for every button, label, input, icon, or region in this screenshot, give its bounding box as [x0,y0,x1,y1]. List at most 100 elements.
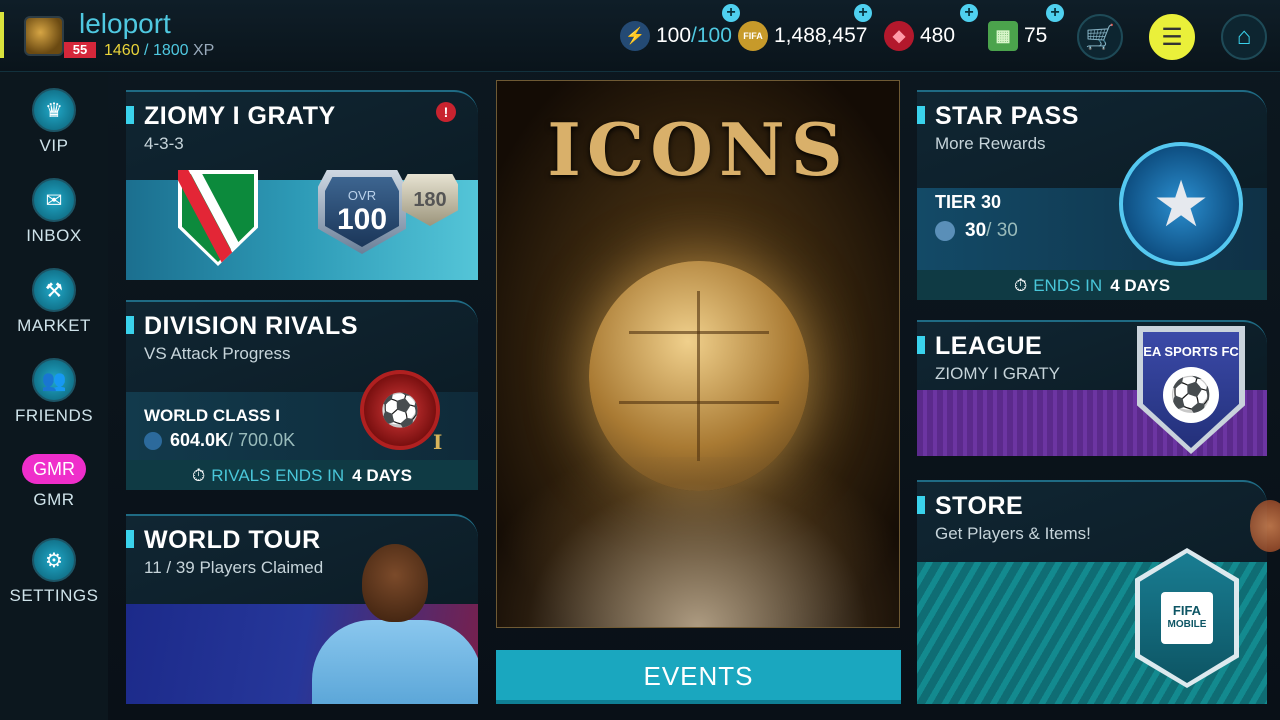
rank-badge-icon: ⚽ [360,370,440,450]
card-subtitle: VS Attack Progress [144,344,291,363]
sidebar-item-label: MARKET [17,316,91,335]
add-cash-button[interactable]: + [1046,4,1064,22]
friends-icon: 👥 [32,358,76,402]
star-medal-icon: ★ [1119,142,1243,266]
card-tick [126,106,134,124]
sidebar-item-friends[interactable]: 👥 FRIENDS [0,358,108,426]
avatar[interactable] [24,16,64,56]
starpass-timer: ⏱ ENDS IN 4 DAYS [917,270,1267,300]
dust-effect [497,457,899,627]
player-portrait [362,544,428,622]
sidebar-item-vip[interactable]: ♛ VIP [0,88,108,156]
home-icon[interactable]: ⌂ [1221,14,1267,60]
ovr-label: OVR [347,187,377,203]
stopwatch-icon: ⏱ [1013,276,1028,295]
ziomy-card[interactable]: ZIOMY I GRATY 4-3-3 ! OVR 100 180 [126,90,478,280]
card-title: STORE [935,492,1024,520]
card-subtitle: 11 / 39 Players Claimed [144,558,324,577]
add-coins-button[interactable]: + [854,4,872,22]
progress-max: / 700.0K [228,430,296,450]
sidebar: ♛ VIP ✉ INBOX ⚒ MARKET 👥 FRIENDS GMR GMR… [0,72,108,720]
card-title: DIVISION RIVALS [144,312,359,340]
gavel-icon: ⚒ [32,268,76,312]
sidebar-item-inbox[interactable]: ✉ INBOX [0,178,108,246]
events-button[interactable]: EVENTS [496,650,901,704]
crown-icon: ♛ [32,88,76,132]
home-screen: 55 leloport 1460 / 1800 XP ⚡ 100/100 + F… [0,0,1280,720]
stamina-value: 100 [656,24,692,47]
sidebar-item-label: VIP [39,136,69,155]
timer-value: 4 DAYS [352,466,412,485]
sidebar-item-label: INBOX [26,226,82,245]
sidebar-item-label: FRIENDS [14,406,94,425]
sidebar-item-gmr[interactable]: GMR GMR [0,448,108,510]
card-title: ZIOMY I GRATY [144,102,336,130]
stamina-counter: ⚡ 100/100 + [620,4,740,54]
cash-counter: ▦ 75 + [988,4,1064,54]
gem-icon: ◆ [884,21,914,51]
league-card[interactable]: LEAGUE ZIOMY I GRATY EA SPORTS FC ⚽ [917,320,1267,456]
card-title: LEAGUE [935,332,1043,360]
division-rivals-card[interactable]: DIVISION RIVALS VS Attack Progress WORLD… [126,300,478,490]
coins-counter: FIFA 1,488,457 + [738,4,872,54]
tier-value: 30 [965,220,987,241]
top-bar: 55 leloport 1460 / 1800 XP ⚡ 100/100 + F… [0,0,1280,72]
rank-roman: I [433,430,443,454]
xp-current: 1460 [104,42,140,59]
rank-name: WORLD CLASS I [144,406,280,425]
ovr-value: 100 [336,202,388,236]
cart-icon[interactable]: 🛒 [1077,14,1123,60]
profile-accent [0,12,4,58]
sidebar-item-settings[interactable]: ⚙ SETTINGS [0,538,108,606]
card-tick [126,316,134,334]
alert-badge: ! [436,102,456,122]
coins-value: 1,488,457 [774,24,868,47]
level-badge: 55 [64,42,96,58]
card-tick [917,336,925,354]
sidebar-item-label: SETTINGS [9,586,99,605]
star-pass-card[interactable]: STAR PASS More Rewards TIER 30 30 / 30 ★… [917,90,1267,300]
sidebar-item-market[interactable]: ⚒ MARKET [0,268,108,336]
tier-max: / 30 [986,220,1018,241]
xp-max: 1800 [152,42,189,59]
card-subtitle: 4-3-3 [144,134,184,153]
gems-value: 480 [920,24,956,47]
banner-title: ICONS [547,107,849,192]
logo-text-mobile: MOBILE [1167,619,1207,630]
fifa-coin-icon: FIFA [738,21,768,51]
card-subtitle: More Rewards [935,134,1046,153]
progress-value: 604.0K [170,430,229,450]
player-shirt [312,620,478,704]
gmr-badge: GMR [22,454,86,484]
timer-label: ENDS IN [1033,276,1103,295]
add-gems-button[interactable]: + [960,4,978,22]
store-card[interactable]: STORE Get Players & Items! FIFA MOBILE [917,480,1267,704]
envelope-icon: ✉ [32,178,76,222]
card-title: STAR PASS [935,102,1079,130]
stopwatch-icon: ⏱ [191,466,206,485]
card-tick [917,496,925,514]
tier-progress: 30 / 30 [935,220,1018,242]
shopping-bag-icon: FIFA MOBILE [1161,592,1213,644]
xp-separator: / [139,42,153,59]
xp-unit: XP [192,42,215,59]
card-subtitle: Get Players & Items! [935,524,1091,543]
xp-progress: 1460 / 1800 XP [104,42,214,60]
card-tick [126,530,134,548]
rivals-timer: ⏱ RIVALS ENDS IN 4 DAYS [126,460,478,490]
gear-icon: ⚙ [32,538,76,582]
crest-text: EA SPORTS FC [1143,344,1239,359]
timer-value: 4 DAYS [1110,276,1171,295]
card-tick [917,106,925,124]
card-subtitle: ZIOMY I GRATY [935,364,1060,383]
icons-banner[interactable]: ICONS [496,80,900,628]
cash-value: 75 [1024,24,1048,47]
stamina-max: /100 [691,24,732,47]
world-tour-card[interactable]: WORLD TOUR 11 / 39 Players Claimed [126,514,478,704]
username: leloport [79,8,171,39]
ball-icon: ⚽ [1163,367,1219,423]
star-token-icon [935,221,955,241]
rank-progress: 604.0K / 700.0K [144,430,295,451]
gems-counter: ◆ 480 + [884,4,978,54]
checklist-icon[interactable]: ☰ [1149,14,1195,60]
